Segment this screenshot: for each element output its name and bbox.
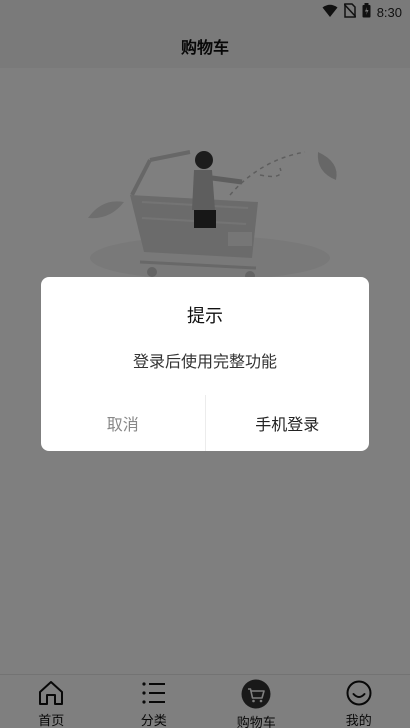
dialog-actions: 取消 手机登录 — [41, 395, 369, 451]
dialog-message: 登录后使用完整功能 — [132, 352, 277, 371]
login-prompt-dialog: 提示 登录后使用完整功能 取消 手机登录 — [41, 277, 369, 451]
cancel-button[interactable]: 取消 — [41, 395, 205, 451]
dialog-title: 提示 — [187, 306, 223, 327]
phone-login-button[interactable]: 手机登录 — [206, 395, 370, 451]
cart-screen: 8:30 购物车 — [0, 0, 410, 728]
